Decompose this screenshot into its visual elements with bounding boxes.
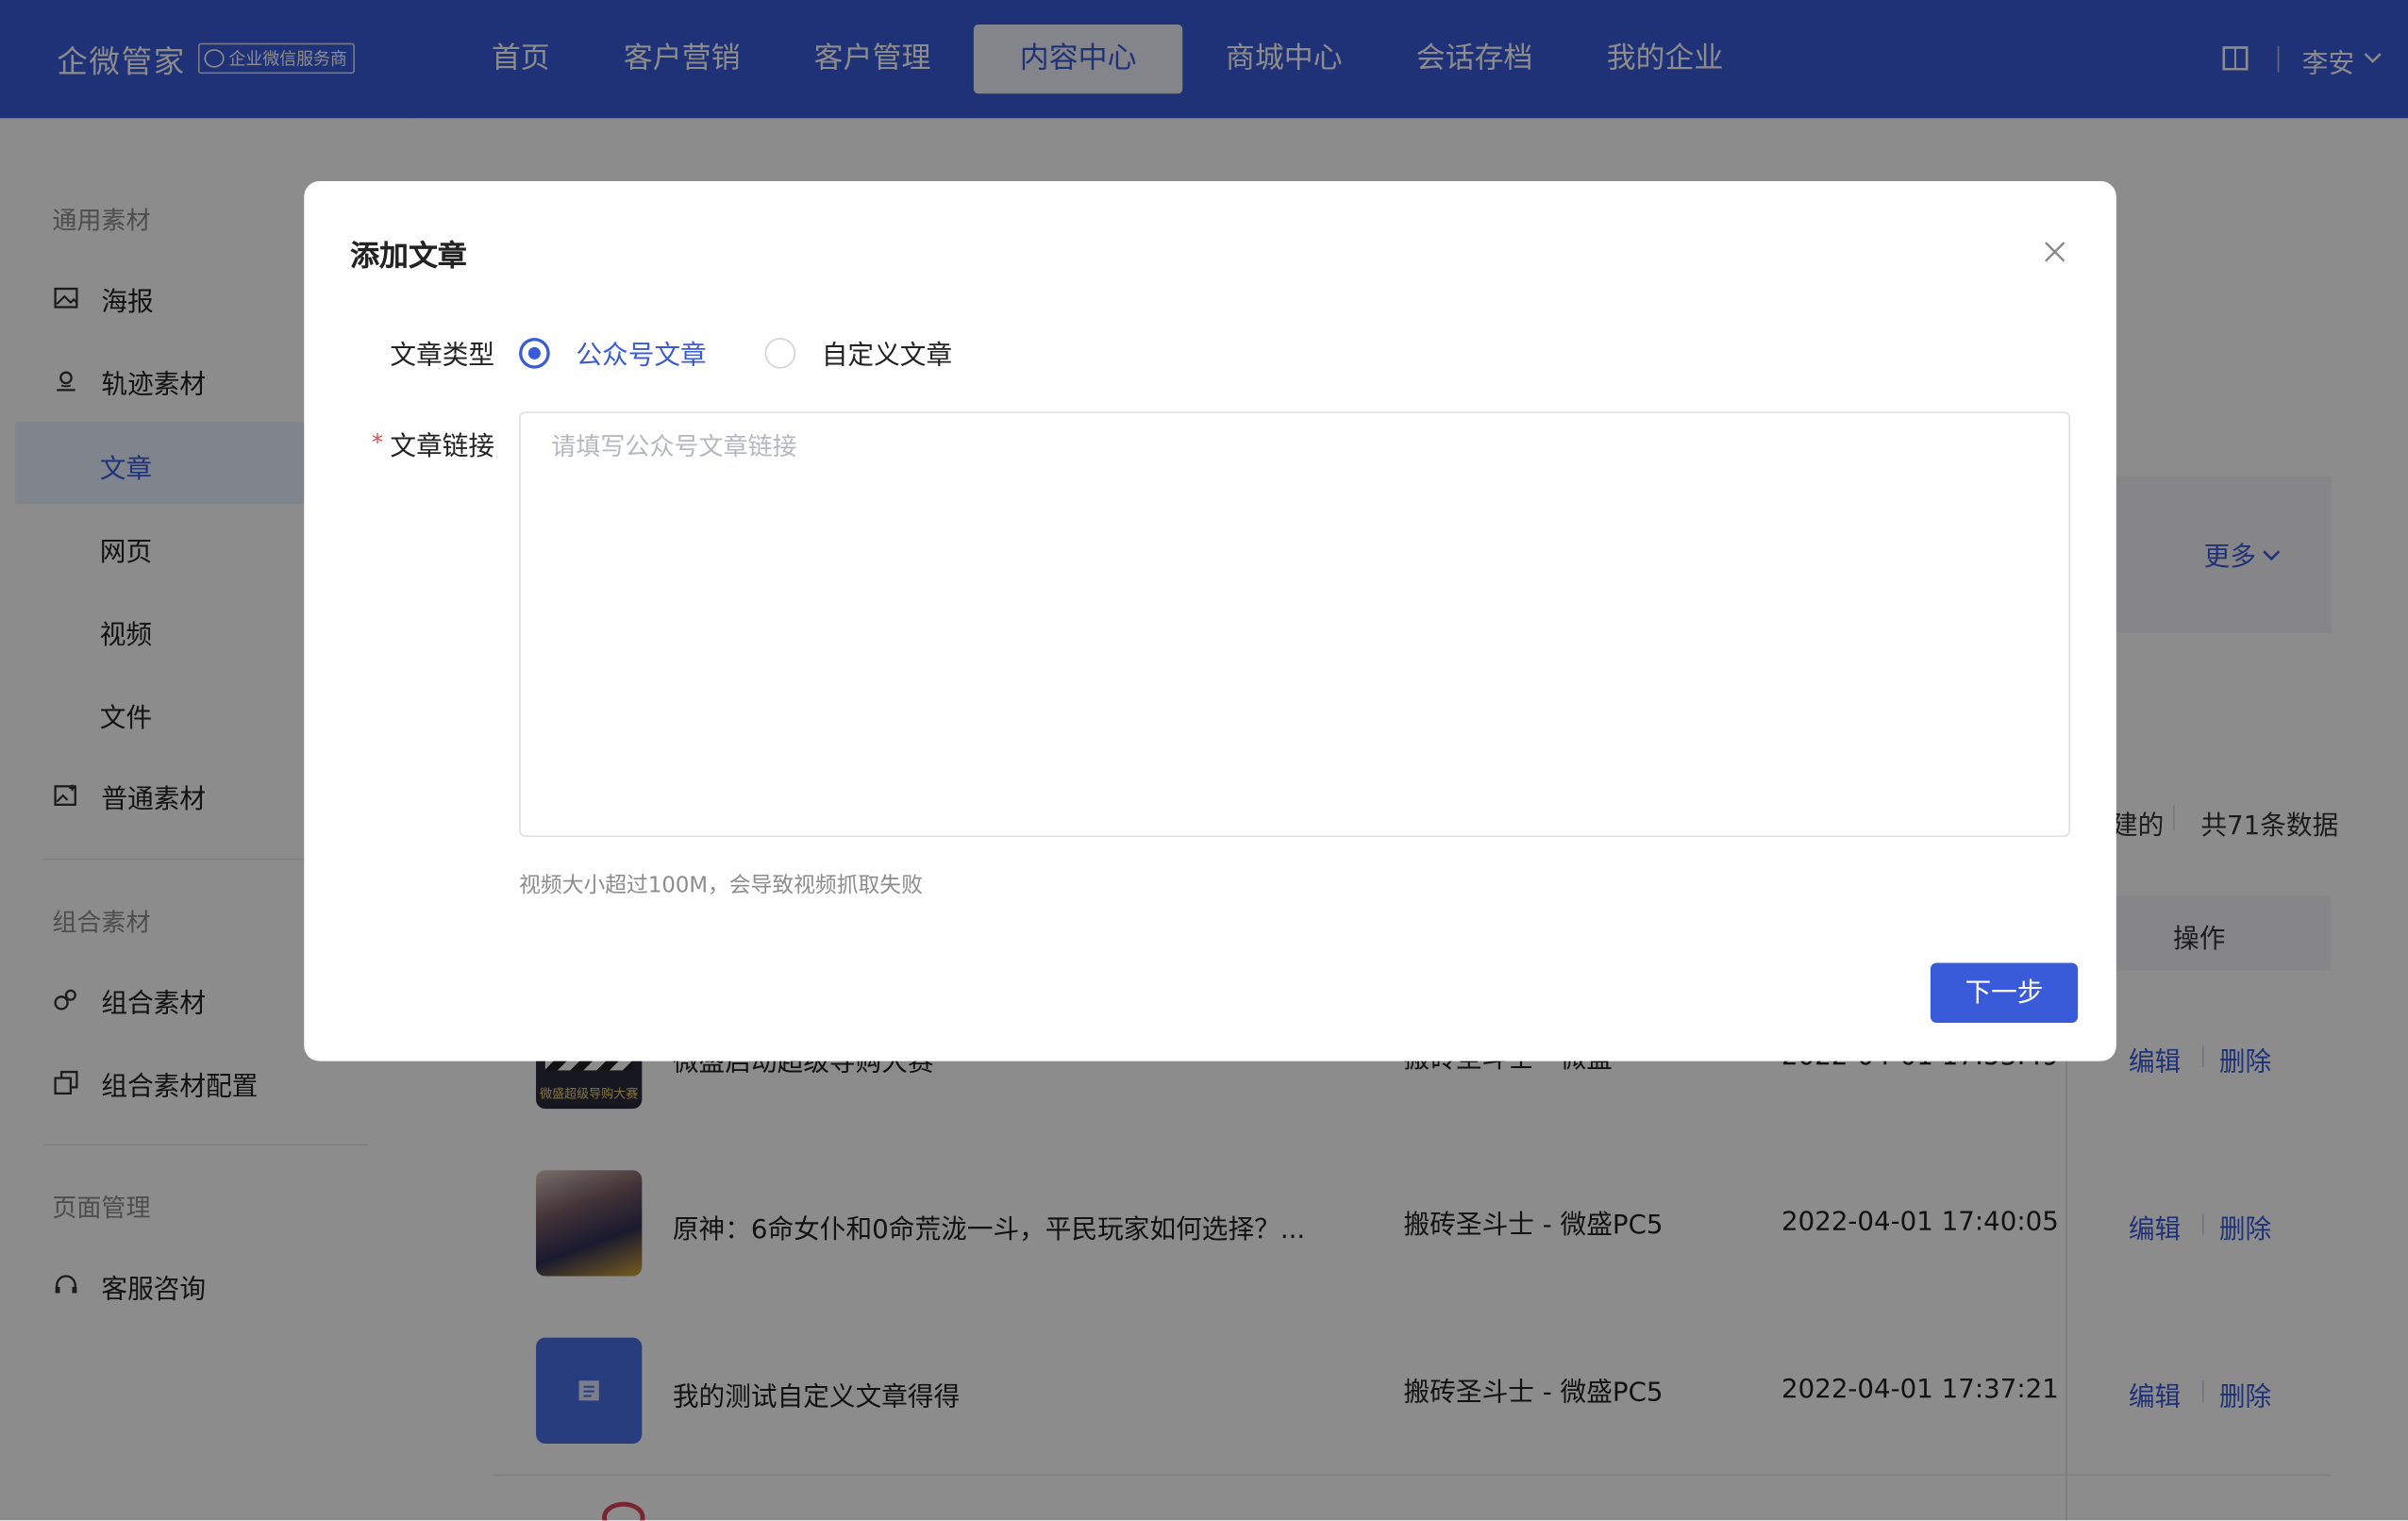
add-article-dialog: 添加文章 文章类型 公众号文章 自定义文章 * 文章链接 视频大小超过100M，… [304,181,2116,1061]
radio-unchecked-icon [764,337,796,368]
next-step-button[interactable]: 下一步 [1930,962,2079,1023]
article-link-input[interactable] [519,411,2071,838]
radio-custom-article[interactable]: 自定义文章 [764,333,953,372]
dialog-title: 添加文章 [350,239,467,274]
radio-label: 公众号文章 [576,341,707,372]
radio-checked-icon [519,337,550,368]
close-icon[interactable] [2041,238,2068,265]
radio-label: 自定义文章 [821,341,953,372]
radio-official-account-article[interactable]: 公众号文章 [519,333,707,372]
required-marker: * [371,428,384,457]
article-link-label: 文章链接 [390,431,495,462]
article-type-label: 文章类型 [390,341,495,372]
app-canvas: 企微管家 企业微信服务商 首页 客户营销 客户管理 内容中心 商城中心 会话存档… [0,0,2408,1521]
upload-hint: 视频大小超过100M，会导致视频抓取失败 [519,874,923,899]
